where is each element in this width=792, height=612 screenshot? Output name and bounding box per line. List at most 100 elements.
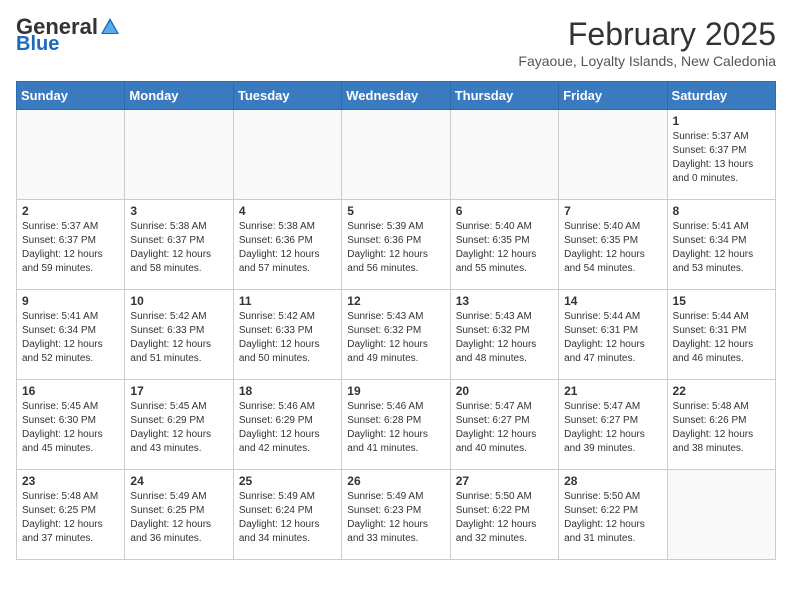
day-info: Sunrise: 5:40 AM Sunset: 6:35 PM Dayligh… <box>564 220 661 276</box>
day-info: Sunrise: 5:38 AM Sunset: 6:37 PM Dayligh… <box>130 220 227 276</box>
day-number: 16 <box>22 384 119 398</box>
day-info: Sunrise: 5:45 AM Sunset: 6:29 PM Dayligh… <box>130 400 227 456</box>
day-info: Sunrise: 5:39 AM Sunset: 6:36 PM Dayligh… <box>347 220 444 276</box>
day-number: 27 <box>456 474 553 488</box>
weekday-header-tuesday: Tuesday <box>233 82 341 110</box>
calendar-cell: 5Sunrise: 5:39 AM Sunset: 6:36 PM Daylig… <box>342 200 450 290</box>
calendar-cell: 17Sunrise: 5:45 AM Sunset: 6:29 PM Dayli… <box>125 380 233 470</box>
calendar-cell <box>450 110 558 200</box>
day-info: Sunrise: 5:48 AM Sunset: 6:26 PM Dayligh… <box>673 400 770 456</box>
day-info: Sunrise: 5:47 AM Sunset: 6:27 PM Dayligh… <box>456 400 553 456</box>
calendar-cell <box>342 110 450 200</box>
logo: General Blue <box>16 16 122 54</box>
day-info: Sunrise: 5:45 AM Sunset: 6:30 PM Dayligh… <box>22 400 119 456</box>
day-info: Sunrise: 5:46 AM Sunset: 6:29 PM Dayligh… <box>239 400 336 456</box>
day-number: 8 <box>673 204 770 218</box>
calendar-cell <box>17 110 125 200</box>
calendar-cell: 11 Sunrise: 5:42 AM Sunset: 6:33 PM Dayli… <box>233 290 341 380</box>
day-info: Sunrise: 5:50 AM Sunset: 6:22 PM Dayligh… <box>456 490 553 546</box>
day-info: Sunrise: 5:38 AM Sunset: 6:36 PM Dayligh… <box>239 220 336 276</box>
day-info: Sunrise: 5:37 AM Sunset: 6:37 PM Dayligh… <box>22 220 119 276</box>
calendar-cell: 21 Sunrise: 5:47 AM Sunset: 6:27 PM Dayli… <box>559 380 667 470</box>
day-number: 19 <box>347 384 444 398</box>
day-number: 26 <box>347 474 444 488</box>
calendar-cell: 6 Sunrise: 5:40 AM Sunset: 6:35 PM Daylig… <box>450 200 558 290</box>
page-header: General Blue February 2025 Fayaoue, Loya… <box>16 16 776 69</box>
logo-icon <box>99 16 121 38</box>
day-number: 15 <box>673 294 770 308</box>
weekday-header-wednesday: Wednesday <box>342 82 450 110</box>
calendar-cell: 2 Sunrise: 5:37 AM Sunset: 6:37 PM Daylig… <box>17 200 125 290</box>
calendar-week-2: 2 Sunrise: 5:37 AM Sunset: 6:37 PM Daylig… <box>17 200 776 290</box>
calendar-cell: 16 Sunrise: 5:45 AM Sunset: 6:30 PM Dayli… <box>17 380 125 470</box>
day-number: 21 <box>564 384 661 398</box>
calendar-cell: 28 Sunrise: 5:50 AM Sunset: 6:22 PM Dayli… <box>559 470 667 560</box>
day-number: 6 <box>456 204 553 218</box>
day-number: 20 <box>456 384 553 398</box>
calendar-cell: 23 Sunrise: 5:48 AM Sunset: 6:25 PM Dayli… <box>17 470 125 560</box>
day-info: Sunrise: 5:44 AM Sunset: 6:31 PM Dayligh… <box>564 310 661 366</box>
day-number: 12 <box>347 294 444 308</box>
calendar-cell: 20 Sunrise: 5:47 AM Sunset: 6:27 PM Dayli… <box>450 380 558 470</box>
day-info: Sunrise: 5:37 AM Sunset: 6:37 PM Dayligh… <box>673 130 770 186</box>
calendar-cell: 19 Sunrise: 5:46 AM Sunset: 6:28 PM Dayli… <box>342 380 450 470</box>
weekday-header-saturday: Saturday <box>667 82 775 110</box>
day-info: Sunrise: 5:49 AM Sunset: 6:23 PM Dayligh… <box>347 490 444 546</box>
calendar-cell: 9 Sunrise: 5:41 AM Sunset: 6:34 PM Daylig… <box>17 290 125 380</box>
calendar-cell <box>559 110 667 200</box>
day-info: Sunrise: 5:41 AM Sunset: 6:34 PM Dayligh… <box>22 310 119 366</box>
calendar-cell: 4 Sunrise: 5:38 AM Sunset: 6:36 PM Daylig… <box>233 200 341 290</box>
calendar-cell: 13Sunrise: 5:43 AM Sunset: 6:32 PM Dayli… <box>450 290 558 380</box>
logo-blue: Blue <box>16 34 59 54</box>
month-title: February 2025 <box>518 16 776 53</box>
day-number: 7 <box>564 204 661 218</box>
calendar-week-5: 23 Sunrise: 5:48 AM Sunset: 6:25 PM Dayli… <box>17 470 776 560</box>
calendar-cell: 15 Sunrise: 5:44 AM Sunset: 6:31 PM Dayli… <box>667 290 775 380</box>
calendar-cell: 22 Sunrise: 5:48 AM Sunset: 6:26 PM Dayli… <box>667 380 775 470</box>
calendar-cell: 3 Sunrise: 5:38 AM Sunset: 6:37 PM Daylig… <box>125 200 233 290</box>
day-info: Sunrise: 5:40 AM Sunset: 6:35 PM Dayligh… <box>456 220 553 276</box>
calendar-cell: 26 Sunrise: 5:49 AM Sunset: 6:23 PM Dayli… <box>342 470 450 560</box>
calendar-week-4: 16 Sunrise: 5:45 AM Sunset: 6:30 PM Dayli… <box>17 380 776 470</box>
calendar-cell: 10 Sunrise: 5:42 AM Sunset: 6:33 PM Dayli… <box>125 290 233 380</box>
day-info: Sunrise: 5:46 AM Sunset: 6:28 PM Dayligh… <box>347 400 444 456</box>
calendar-cell: 27 Sunrise: 5:50 AM Sunset: 6:22 PM Dayli… <box>450 470 558 560</box>
day-number: 22 <box>673 384 770 398</box>
calendar: SundayMondayTuesdayWednesdayThursdayFrid… <box>16 81 776 560</box>
day-info: Sunrise: 5:50 AM Sunset: 6:22 PM Dayligh… <box>564 490 661 546</box>
weekday-header-monday: Monday <box>125 82 233 110</box>
day-number: 3 <box>130 204 227 218</box>
day-number: 25 <box>239 474 336 488</box>
calendar-cell: 1 Sunrise: 5:37 AM Sunset: 6:37 PM Daylig… <box>667 110 775 200</box>
day-info: Sunrise: 5:47 AM Sunset: 6:27 PM Dayligh… <box>564 400 661 456</box>
calendar-cell: 18Sunrise: 5:46 AM Sunset: 6:29 PM Dayli… <box>233 380 341 470</box>
calendar-cell: 7 Sunrise: 5:40 AM Sunset: 6:35 PM Daylig… <box>559 200 667 290</box>
calendar-cell <box>233 110 341 200</box>
weekday-header-friday: Friday <box>559 82 667 110</box>
day-number: 1 <box>673 114 770 128</box>
location: Fayaoue, Loyalty Islands, New Caledonia <box>518 53 776 69</box>
day-info: Sunrise: 5:41 AM Sunset: 6:34 PM Dayligh… <box>673 220 770 276</box>
day-info: Sunrise: 5:48 AM Sunset: 6:25 PM Dayligh… <box>22 490 119 546</box>
day-number: 4 <box>239 204 336 218</box>
day-info: Sunrise: 5:49 AM Sunset: 6:25 PM Dayligh… <box>130 490 227 546</box>
day-number: 28 <box>564 474 661 488</box>
day-info: Sunrise: 5:44 AM Sunset: 6:31 PM Dayligh… <box>673 310 770 366</box>
day-info: Sunrise: 5:42 AM Sunset: 6:33 PM Dayligh… <box>130 310 227 366</box>
day-info: Sunrise: 5:43 AM Sunset: 6:32 PM Dayligh… <box>347 310 444 366</box>
day-info: Sunrise: 5:42 AM Sunset: 6:33 PM Dayligh… <box>239 310 336 366</box>
day-number: 14 <box>564 294 661 308</box>
calendar-cell: 14 Sunrise: 5:44 AM Sunset: 6:31 PM Dayli… <box>559 290 667 380</box>
day-number: 23 <box>22 474 119 488</box>
calendar-cell: 8 Sunrise: 5:41 AM Sunset: 6:34 PM Daylig… <box>667 200 775 290</box>
day-number: 10 <box>130 294 227 308</box>
calendar-cell <box>667 470 775 560</box>
day-number: 11 <box>239 294 336 308</box>
day-number: 24 <box>130 474 227 488</box>
title-block: February 2025 Fayaoue, Loyalty Islands, … <box>518 16 776 69</box>
weekday-header-sunday: Sunday <box>17 82 125 110</box>
calendar-cell: 12 Sunrise: 5:43 AM Sunset: 6:32 PM Dayli… <box>342 290 450 380</box>
day-number: 9 <box>22 294 119 308</box>
calendar-cell: 24 Sunrise: 5:49 AM Sunset: 6:25 PM Dayli… <box>125 470 233 560</box>
day-number: 2 <box>22 204 119 218</box>
